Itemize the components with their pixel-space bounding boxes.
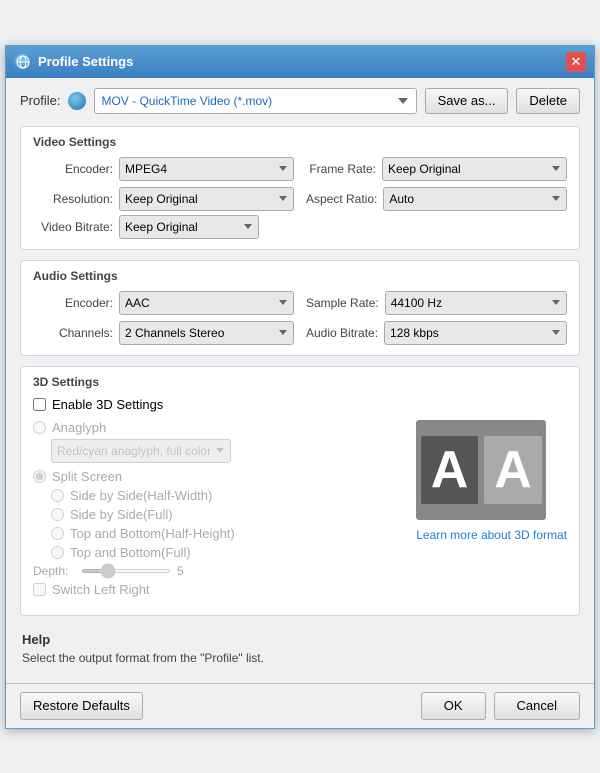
help-section: Help Select the output format from the "… bbox=[20, 626, 580, 673]
video-settings-section: Video Settings Encoder: MPEG4 Frame Rate… bbox=[20, 126, 580, 250]
audio-settings-grid: Encoder: AAC Sample Rate: 44100 Hz Chann… bbox=[33, 291, 567, 345]
restore-defaults-button[interactable]: Restore Defaults bbox=[20, 692, 143, 720]
frame-rate-select[interactable]: Keep Original bbox=[382, 157, 567, 181]
audio-bitrate-select[interactable]: 128 kbps bbox=[384, 321, 567, 345]
aa-preview: A A bbox=[421, 436, 542, 504]
profile-select[interactable]: MOV - QuickTime Video (*.mov) bbox=[94, 88, 416, 114]
depth-value: 5 bbox=[177, 564, 201, 578]
video-settings-title: Video Settings bbox=[33, 135, 567, 149]
switch-lr-row: Switch Left Right bbox=[33, 582, 404, 597]
top-bottom-full-label: Top and Bottom(Full) bbox=[70, 545, 191, 560]
3d-settings-title: 3D Settings bbox=[33, 375, 567, 389]
switch-lr-checkbox[interactable] bbox=[33, 583, 46, 596]
aspect-ratio-row: Aspect Ratio: Auto bbox=[306, 187, 567, 211]
audio-bitrate-label: Audio Bitrate: bbox=[306, 326, 378, 340]
3d-main: Anaglyph Red/cyan anaglyph, full color S… bbox=[33, 420, 567, 605]
title-bar: Profile Settings ✕ bbox=[6, 46, 594, 78]
audio-encoder-label: Encoder: bbox=[33, 296, 113, 310]
sample-rate-row: Sample Rate: 44100 Hz bbox=[306, 291, 567, 315]
split-screen-label: Split Screen bbox=[52, 469, 122, 484]
aspect-ratio-label: Aspect Ratio: bbox=[306, 192, 377, 206]
title-bar-left: Profile Settings bbox=[14, 53, 133, 71]
main-content: Profile: MOV - QuickTime Video (*.mov) S… bbox=[6, 78, 594, 683]
switch-lr-label: Switch Left Right bbox=[52, 582, 150, 597]
side-by-side-full-row: Side by Side(Full) bbox=[51, 507, 404, 522]
encoder-label: Encoder: bbox=[33, 162, 113, 176]
depth-row: Depth: 5 bbox=[33, 564, 404, 578]
audio-encoder-select[interactable]: AAC bbox=[119, 291, 294, 315]
audio-bitrate-row: Audio Bitrate: 128 kbps bbox=[306, 321, 567, 345]
enable-3d-row: Enable 3D Settings bbox=[33, 397, 567, 412]
split-screen-radio[interactable] bbox=[33, 470, 46, 483]
top-bottom-full-row: Top and Bottom(Full) bbox=[51, 545, 404, 560]
side-by-side-half-radio[interactable] bbox=[51, 489, 64, 502]
top-bottom-half-radio[interactable] bbox=[51, 527, 64, 540]
anaglyph-type-select[interactable]: Red/cyan anaglyph, full color bbox=[51, 439, 231, 463]
3d-settings-section: 3D Settings Enable 3D Settings Anaglyph … bbox=[20, 366, 580, 616]
video-bitrate-label: Video Bitrate: bbox=[33, 220, 113, 234]
cancel-button[interactable]: Cancel bbox=[494, 692, 580, 720]
audio-settings-title: Audio Settings bbox=[33, 269, 567, 283]
side-by-side-full-label: Side by Side(Full) bbox=[70, 507, 173, 522]
help-title: Help bbox=[22, 632, 578, 647]
video-settings-grid: Encoder: MPEG4 Frame Rate: Keep Original… bbox=[33, 157, 567, 211]
resolution-label: Resolution: bbox=[33, 192, 113, 206]
ok-button[interactable]: OK bbox=[421, 692, 486, 720]
profile-label: Profile: bbox=[20, 93, 60, 108]
footer-buttons: OK Cancel bbox=[421, 692, 580, 720]
encoder-row: Encoder: MPEG4 bbox=[33, 157, 294, 181]
top-bottom-half-label: Top and Bottom(Half-Height) bbox=[70, 526, 235, 541]
top-bottom-full-radio[interactable] bbox=[51, 546, 64, 559]
main-window: Profile Settings ✕ Profile: MOV - QuickT… bbox=[5, 45, 595, 729]
side-by-side-half-label: Side by Side(Half-Width) bbox=[70, 488, 212, 503]
video-bitrate-select[interactable]: Keep Original bbox=[119, 215, 259, 239]
side-by-side-half-row: Side by Side(Half-Width) bbox=[51, 488, 404, 503]
audio-encoder-row: Encoder: AAC bbox=[33, 291, 294, 315]
sample-rate-label: Sample Rate: bbox=[306, 296, 379, 310]
top-bottom-half-row: Top and Bottom(Half-Height) bbox=[51, 526, 404, 541]
frame-rate-row: Frame Rate: Keep Original bbox=[306, 157, 567, 181]
resolution-row: Resolution: Keep Original bbox=[33, 187, 294, 211]
close-button[interactable]: ✕ bbox=[566, 52, 586, 72]
depth-slider[interactable] bbox=[81, 569, 171, 573]
resolution-select[interactable]: Keep Original bbox=[119, 187, 294, 211]
anaglyph-radio[interactable] bbox=[33, 421, 46, 434]
sample-rate-select[interactable]: 44100 Hz bbox=[385, 291, 567, 315]
profile-icon bbox=[68, 92, 86, 110]
encoder-select[interactable]: MPEG4 bbox=[119, 157, 294, 181]
enable-3d-label: Enable 3D Settings bbox=[52, 397, 163, 412]
side-by-side-full-radio[interactable] bbox=[51, 508, 64, 521]
globe-icon bbox=[14, 53, 32, 71]
save-as-button[interactable]: Save as... bbox=[425, 88, 509, 114]
depth-label: Depth: bbox=[33, 564, 75, 578]
3d-preview: A A bbox=[416, 420, 546, 520]
audio-settings-section: Audio Settings Encoder: AAC Sample Rate:… bbox=[20, 260, 580, 356]
frame-rate-label: Frame Rate: bbox=[306, 162, 376, 176]
3d-right: A A Learn more about 3D format bbox=[416, 420, 567, 605]
video-bitrate-row: Video Bitrate: Keep Original bbox=[33, 215, 567, 239]
profile-row: Profile: MOV - QuickTime Video (*.mov) S… bbox=[20, 88, 580, 114]
learn-more-link[interactable]: Learn more about 3D format bbox=[416, 528, 567, 542]
footer: Restore Defaults OK Cancel bbox=[6, 683, 594, 728]
3d-left: Anaglyph Red/cyan anaglyph, full color S… bbox=[33, 420, 404, 605]
channels-select[interactable]: 2 Channels Stereo bbox=[119, 321, 294, 345]
preview-letter-a1: A bbox=[421, 436, 479, 504]
anaglyph-row: Anaglyph bbox=[33, 420, 404, 435]
delete-button[interactable]: Delete bbox=[516, 88, 580, 114]
anaglyph-label: Anaglyph bbox=[52, 420, 106, 435]
channels-label: Channels: bbox=[33, 326, 113, 340]
window-title: Profile Settings bbox=[38, 54, 133, 69]
split-screen-row: Split Screen bbox=[33, 469, 404, 484]
enable-3d-checkbox[interactable] bbox=[33, 398, 46, 411]
help-text: Select the output format from the "Profi… bbox=[22, 651, 578, 665]
channels-row: Channels: 2 Channels Stereo bbox=[33, 321, 294, 345]
preview-letter-a2: A bbox=[484, 436, 542, 504]
aspect-ratio-select[interactable]: Auto bbox=[383, 187, 567, 211]
